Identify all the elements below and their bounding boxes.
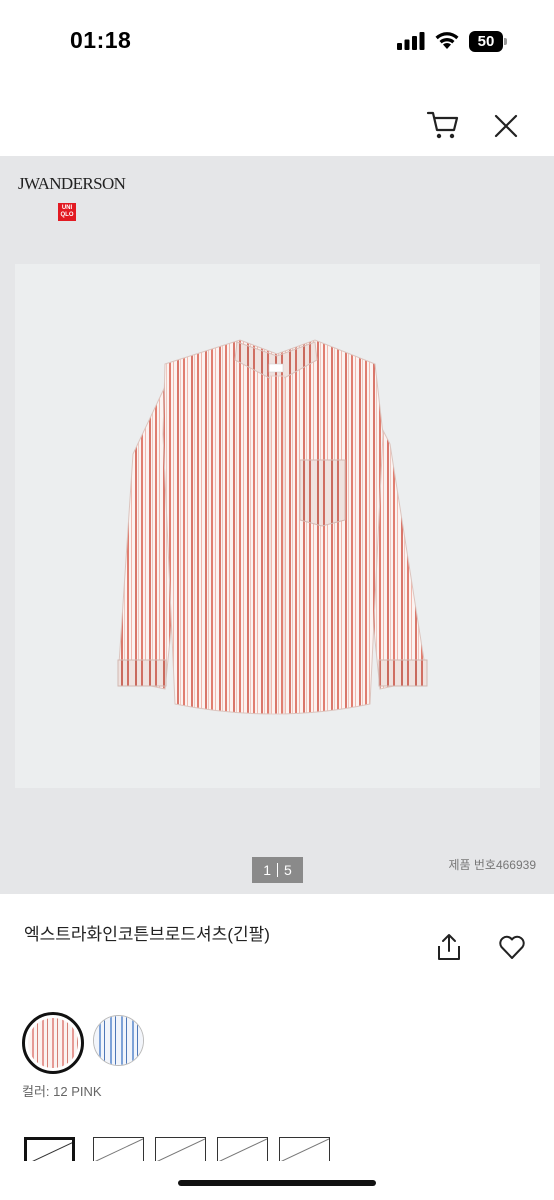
battery-level: 50: [477, 33, 495, 50]
color-swatch-pink-fill: [28, 1018, 78, 1068]
heart-icon[interactable]: [498, 934, 526, 960]
color-swatch-blue-fill: [94, 1016, 143, 1065]
status-bar: 01:18 50: [0, 0, 554, 80]
size-option-5[interactable]: [279, 1137, 330, 1161]
product-title: 엑스트라화인코튼브로드셔츠(긴팔): [24, 925, 270, 944]
pager-current: 1: [263, 862, 271, 878]
home-indicator[interactable]: [178, 1180, 376, 1186]
share-icon[interactable]: [436, 932, 462, 962]
pager-divider: [277, 863, 278, 877]
size-option-4[interactable]: [217, 1137, 268, 1161]
size-option-2[interactable]: [93, 1137, 144, 1161]
top-nav: [0, 80, 554, 156]
wifi-icon: [435, 32, 459, 49]
cart-icon[interactable]: [426, 110, 460, 140]
battery-icon: 50: [469, 31, 507, 52]
color-swatch-blue[interactable]: [93, 1015, 144, 1066]
brand-logo-jwanderson: JWANDERSON: [18, 174, 126, 193]
close-icon[interactable]: [493, 113, 519, 139]
color-swatch-pink[interactable]: [22, 1012, 84, 1074]
image-pager[interactable]: 1 5: [252, 857, 303, 883]
pager-total: 5: [284, 862, 292, 878]
size-option-1[interactable]: [24, 1137, 75, 1161]
product-gallery[interactable]: JWANDERSON UNI QLO 1 5 제품 번호466939: [0, 156, 554, 894]
size-option-3[interactable]: [155, 1137, 206, 1161]
brand-logo-uniqlo: UNI QLO: [58, 203, 76, 221]
signal-icon: [397, 32, 425, 50]
product-image[interactable]: [15, 264, 540, 788]
product-number: 제품 번호466939: [448, 858, 536, 872]
color-label: 컬러: 12 PINK: [22, 1084, 102, 1099]
status-time: 01:18: [70, 27, 132, 53]
